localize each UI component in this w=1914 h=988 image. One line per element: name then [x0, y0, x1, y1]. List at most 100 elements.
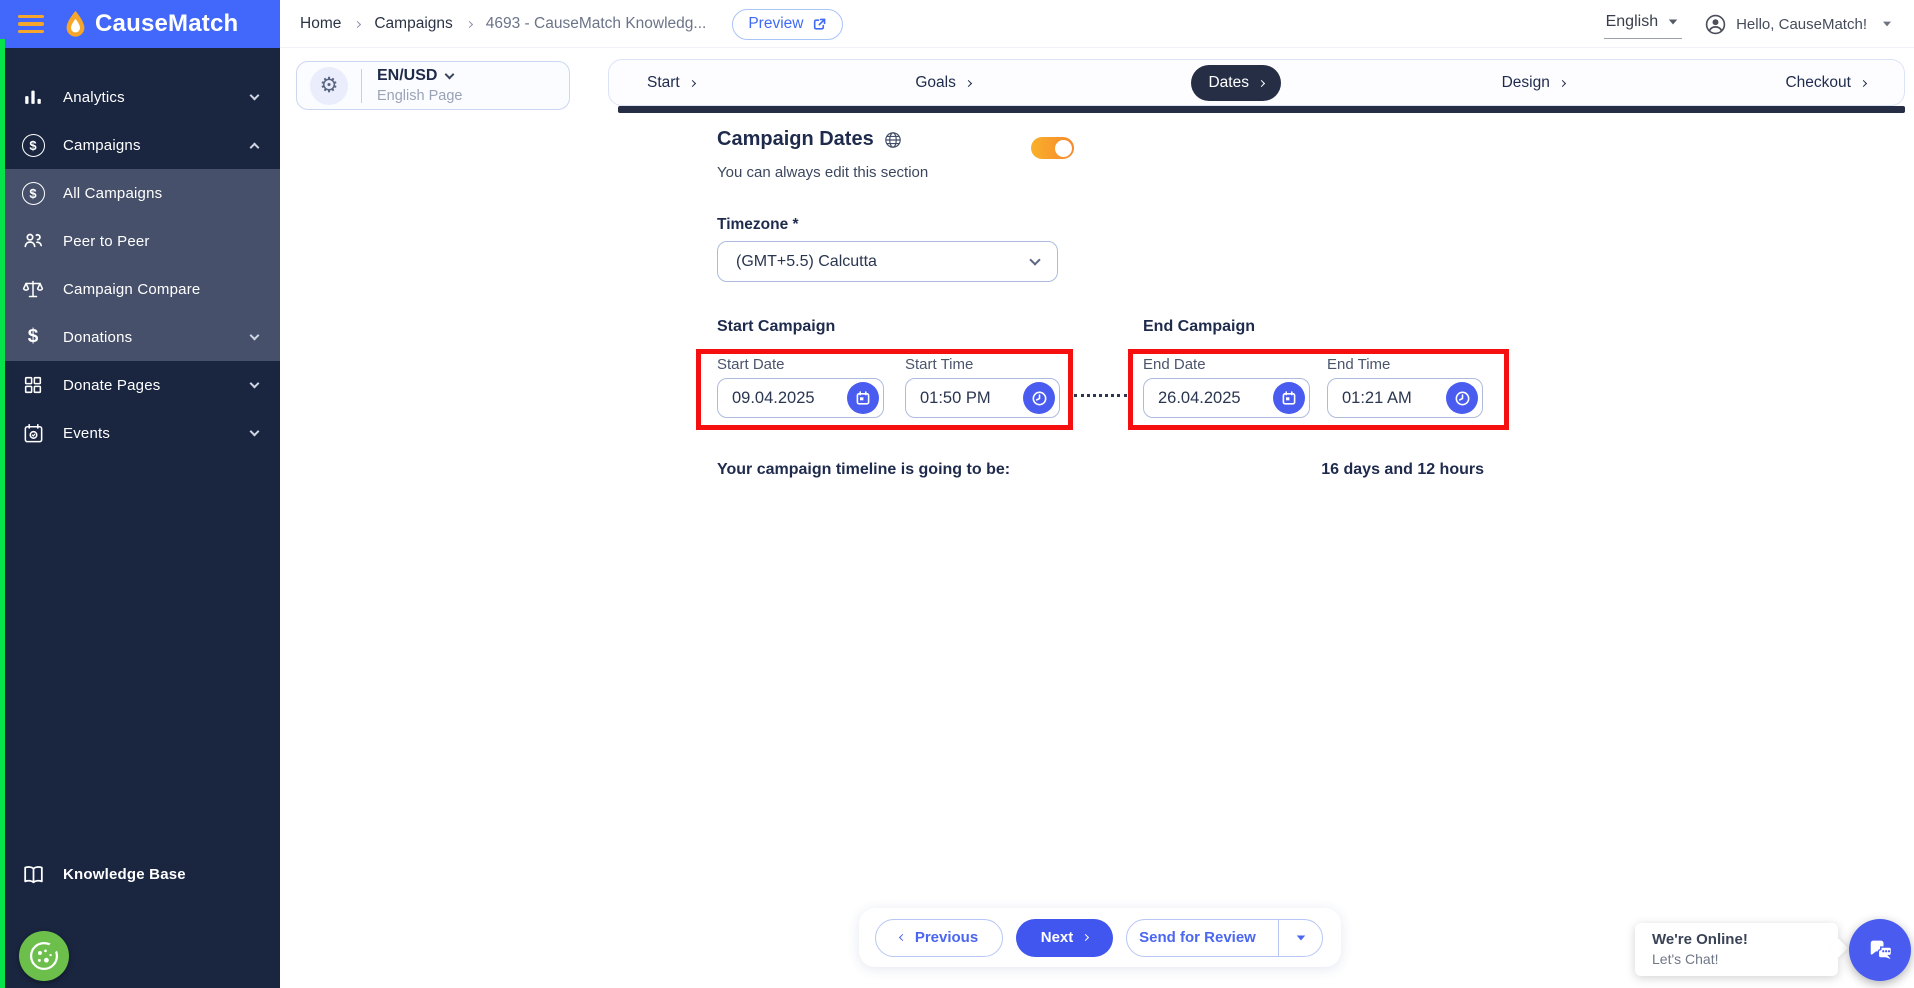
end-date-label: End Date: [1143, 356, 1206, 373]
end-date-calendar-button[interactable]: [1273, 382, 1305, 414]
dollar-circle-icon: [20, 180, 46, 206]
timezone-select[interactable]: (GMT+5.5) Calcutta: [717, 241, 1058, 282]
start-time-clock-button[interactable]: [1023, 382, 1055, 414]
start-date-input[interactable]: [732, 388, 832, 408]
sidebar-item-donate-pages[interactable]: Donate Pages: [0, 361, 280, 409]
chevron-down-icon: [249, 330, 260, 340]
sidebar-item-analytics[interactable]: Analytics: [0, 73, 280, 121]
chevron-right-icon: [1859, 79, 1868, 87]
external-link-icon: [812, 17, 827, 32]
end-time-clock-button[interactable]: [1446, 382, 1478, 414]
previous-button[interactable]: Previous: [875, 918, 1003, 957]
chat-cta-text: Let's Chat!: [1652, 951, 1719, 967]
start-date-label: Start Date: [717, 356, 785, 373]
chat-bubbles-icon: [1865, 935, 1895, 965]
locale-subtitle: English Page: [377, 88, 463, 104]
scale-icon: [20, 276, 46, 302]
stepper-underbar: [618, 106, 1905, 113]
brand-logo[interactable]: CauseMatch: [61, 9, 238, 39]
step-checkout[interactable]: Checkout: [1785, 74, 1868, 92]
locale-text: EN/USD English Page: [377, 67, 462, 104]
caret-down-icon: [1296, 934, 1305, 941]
breadcrumb-home[interactable]: Home: [300, 15, 341, 33]
chevron-down-icon: [249, 90, 260, 100]
chevron-left-icon: [898, 933, 906, 942]
sidebar-nav: Analytics Campaigns All Campaigns: [0, 73, 280, 457]
header-right: English Hello, CauseMatch!: [1603, 0, 1892, 48]
chat-status-text: We're Online!: [1652, 931, 1748, 948]
chevron-down-icon: [249, 378, 260, 388]
language-selector[interactable]: English: [1603, 9, 1683, 39]
dotted-connector: [1074, 394, 1127, 397]
caret-down-icon: [1668, 19, 1678, 25]
end-date-input[interactable]: [1158, 388, 1258, 408]
gear-icon: ⚙︎: [310, 66, 348, 105]
user-menu[interactable]: Hello, CauseMatch!: [1704, 13, 1892, 36]
screen-edge-indicator: [0, 39, 5, 988]
chevron-right-icon: [1257, 79, 1266, 87]
send-for-review-dropdown[interactable]: [1278, 919, 1322, 956]
avatar-icon: [1704, 13, 1727, 36]
preview-button[interactable]: Preview: [732, 8, 844, 40]
start-date-field: [717, 378, 884, 418]
step-dates[interactable]: Dates: [1191, 64, 1281, 101]
sidebar-item-all-campaigns[interactable]: All Campaigns: [0, 169, 280, 217]
end-time-label: End Time: [1327, 356, 1391, 373]
chevron-down-icon: [1029, 253, 1041, 266]
end-time-input[interactable]: [1342, 388, 1430, 408]
step-goals[interactable]: Goals: [915, 74, 972, 92]
start-campaign-title: Start Campaign: [717, 318, 836, 335]
step-start[interactable]: Start: [647, 74, 696, 92]
globe-icon: [884, 131, 902, 149]
book-icon: [20, 861, 46, 887]
chevron-right-icon: [354, 20, 362, 28]
sidebar-item-donations[interactable]: Donations: [0, 313, 280, 361]
end-time-field: [1327, 378, 1483, 418]
sidebar-item-knowledge-base[interactable]: Knowledge Base: [0, 850, 280, 898]
locale-value: EN/USD: [377, 67, 438, 84]
sidebar-item-peer-to-peer[interactable]: Peer to Peer: [0, 217, 280, 265]
send-for-review-group: Send for Review: [1126, 918, 1323, 957]
timezone-value: (GMT+5.5) Calcutta: [736, 252, 877, 270]
sidebar-item-events[interactable]: Events: [0, 409, 280, 457]
sidebar-item-campaigns[interactable]: Campaigns: [0, 121, 280, 169]
chevron-right-icon: [1082, 933, 1090, 942]
top-header: CauseMatch Home Campaigns 4693 - CauseMa…: [0, 0, 1914, 48]
cookie-consent-button[interactable]: [19, 931, 69, 981]
timezone-label: Timezone *: [717, 216, 799, 233]
timeline-label: Your campaign timeline is going to be:: [717, 461, 1011, 478]
section-title: Campaign Dates: [717, 128, 902, 151]
timeline-value: 16 days and 12 hours: [1321, 461, 1484, 478]
preview-button-label: Preview: [748, 15, 804, 32]
page: CauseMatch Home Campaigns 4693 - CauseMa…: [0, 0, 1914, 988]
caret-down-icon: [1883, 21, 1891, 27]
flame-icon: [61, 9, 90, 39]
chat-button[interactable]: [1849, 919, 1911, 981]
locale-switcher[interactable]: ⚙︎ EN/USD English Page: [296, 61, 570, 110]
user-greeting: Hello, CauseMatch!: [1736, 15, 1867, 33]
chevron-right-icon: [688, 79, 696, 87]
section-enabled-toggle[interactable]: [1031, 137, 1074, 159]
divider: [361, 68, 362, 103]
breadcrumb-campaigns[interactable]: Campaigns: [374, 15, 452, 33]
section-subtitle: You can always edit this section: [717, 164, 929, 181]
bar-chart-icon: [20, 84, 46, 110]
next-button[interactable]: Next: [1016, 918, 1113, 957]
start-time-label: Start Time: [905, 356, 974, 373]
start-date-calendar-button[interactable]: [847, 382, 879, 414]
start-time-input[interactable]: [920, 388, 1008, 408]
end-campaign-title: End Campaign: [1143, 318, 1256, 335]
language-value: English: [1605, 13, 1659, 30]
sidebar: Analytics Campaigns All Campaigns: [0, 48, 280, 988]
calendar-icon: [20, 420, 46, 446]
footer-nav: Previous Next Send for Review: [859, 908, 1341, 967]
brand-block: CauseMatch: [0, 0, 280, 48]
chat-status-card[interactable]: We're Online! Let's Chat!: [1635, 923, 1838, 976]
breadcrumb: Home Campaigns 4693 - CauseMatch Knowled…: [300, 0, 844, 48]
sidebar-item-campaign-compare[interactable]: Campaign Compare: [0, 265, 280, 313]
hamburger-menu-icon[interactable]: [18, 11, 44, 38]
chevron-right-icon: [964, 79, 972, 87]
send-for-review-button[interactable]: Send for Review: [1127, 929, 1268, 946]
dollar-circle-icon: [20, 132, 46, 158]
step-design[interactable]: Design: [1502, 74, 1566, 92]
